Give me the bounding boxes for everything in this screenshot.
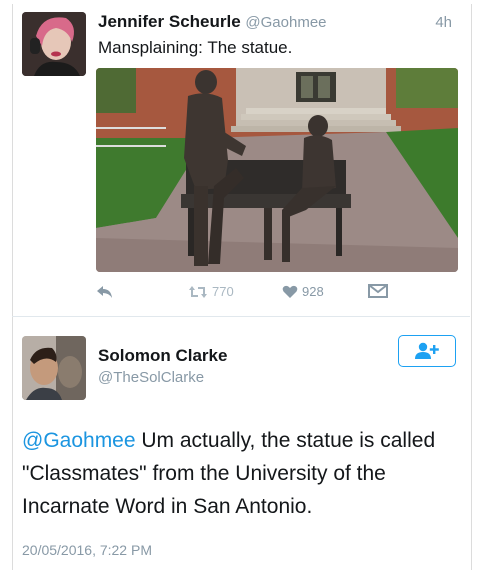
author-handle[interactable]: @TheSolClarke: [98, 369, 204, 386]
retweet-button[interactable]: 770: [188, 284, 234, 299]
author-name-text[interactable]: Jennifer Scheurle: [98, 12, 241, 31]
retweet-icon: [189, 285, 207, 298]
reply-icon: [97, 286, 112, 298]
tweet-time[interactable]: 4h: [435, 14, 452, 31]
tweet-text: @Gaohmee Um actually, the statue is call…: [22, 424, 462, 523]
follow-user-icon: [415, 342, 439, 359]
avatar[interactable]: [22, 336, 86, 400]
reply-button[interactable]: [96, 284, 114, 300]
like-button[interactable]: 928: [282, 284, 324, 299]
avatar-image: [22, 12, 86, 76]
author-name[interactable]: Solomon Clarke: [98, 346, 227, 366]
tweet-text: Mansplaining: The statue.: [98, 38, 293, 57]
mention-link[interactable]: @Gaohmee: [22, 429, 136, 452]
tweet-divider: [12, 316, 470, 317]
heart-icon: [282, 285, 298, 298]
author-handle[interactable]: @Gaohmee: [245, 14, 326, 31]
statue-photo: [96, 68, 458, 272]
like-count: 928: [302, 284, 324, 299]
tweet-photo[interactable]: [96, 68, 458, 272]
tweet-timestamp[interactable]: 20/05/2016, 7:22 PM: [22, 542, 152, 558]
direct-message-icon: [368, 284, 388, 298]
avatar-image: [22, 336, 86, 400]
retweet-count: 770: [212, 284, 234, 299]
follow-button[interactable]: [398, 335, 456, 367]
avatar[interactable]: [22, 12, 86, 76]
direct-message-button[interactable]: [368, 284, 388, 298]
tweet-actions: 770 928: [96, 284, 416, 308]
author-name[interactable]: Jennifer Scheurle @Gaohmee: [98, 12, 327, 32]
